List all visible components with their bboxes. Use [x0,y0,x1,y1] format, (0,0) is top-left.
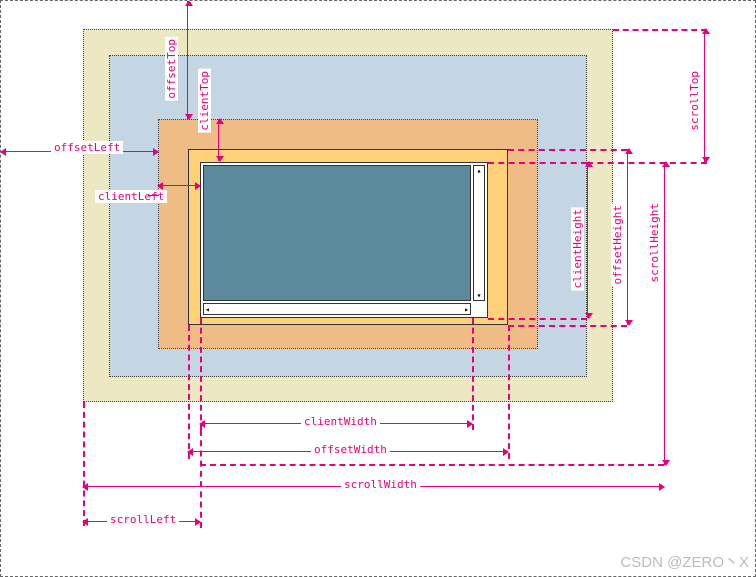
clientTop-arrow [218,119,219,161]
offsetLeft-label: offsetLeft [51,141,123,154]
arrow-left-icon: ◂ [205,305,210,314]
offsetTop-label: offsetTop [165,37,178,101]
scrollHeight-arrow [664,162,665,465]
clientTop-label: clientTop [198,69,211,133]
content-area [203,165,471,301]
offsetTop-arrow [187,1,188,119]
clientHeight-arrow [587,162,588,318]
diagram-canvas: ▴ ▾ ◂ ▸ offsetTop clientTop offsetLeft c… [0,0,756,577]
arrow-right-icon: ▸ [464,305,469,314]
clientLeft-arrow [158,185,200,186]
horizontal-scrollbar[interactable]: ◂ ▸ [203,303,471,315]
clientLeft-label: clientLeft [95,190,167,203]
offsetHeight-label: offsetHeight [611,203,624,286]
scrollLeft-label: scrollLeft [107,513,179,526]
offsetWidth-label: offsetWidth [311,443,390,456]
scrollHeight-label: scrollHeight [648,201,661,284]
arrow-down-icon: ▾ [477,291,482,300]
vertical-scrollbar[interactable]: ▴ ▾ [473,165,485,301]
clientHeight-label: clientHeight [571,207,584,290]
watermark: CSDN @ZERO丶X [620,551,749,572]
offsetHeight-arrow [627,149,628,325]
clientWidth-label: clientWidth [301,415,380,428]
scroll-viewport: ▴ ▾ ◂ ▸ [200,162,488,318]
scrollTop-label: scrollTop [688,69,701,133]
scrollWidth-label: scrollWidth [341,478,420,491]
arrow-up-icon: ▴ [477,166,482,175]
scrollTop-arrow [704,29,705,162]
